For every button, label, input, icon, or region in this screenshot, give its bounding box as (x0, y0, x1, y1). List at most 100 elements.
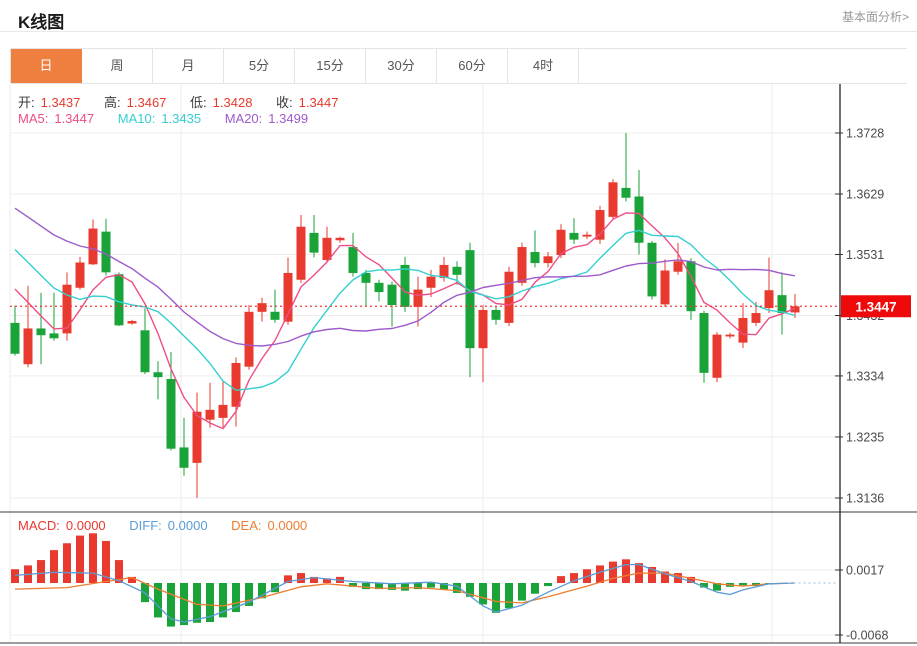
candle-up (518, 247, 527, 283)
low-value: 1.3428 (213, 95, 253, 110)
tab-5min[interactable]: 5分 (224, 49, 295, 83)
candle-up (583, 235, 592, 237)
macd-bar-up (557, 576, 565, 583)
candle-down (687, 261, 696, 311)
candle-up (219, 405, 228, 418)
candle-up (609, 182, 618, 217)
candle-up (544, 256, 553, 263)
macd-tick-label: 0.0017 (846, 564, 884, 578)
candle-down (349, 247, 358, 273)
candle-down (531, 252, 540, 263)
macd-bar-down (544, 583, 552, 586)
candle-up (414, 290, 423, 307)
macd-bar-up (89, 533, 97, 583)
candle-up (193, 412, 202, 463)
period-tab-bar: 日周月5分15分30分60分4时 (10, 48, 907, 84)
candle-down (37, 328, 46, 335)
tab-bar-filler (579, 49, 907, 83)
macd-bar-down (518, 583, 526, 601)
high-value: 1.3467 (127, 95, 167, 110)
candle-up (726, 335, 735, 337)
candle-down (141, 330, 150, 372)
open-label: 开: (18, 95, 35, 110)
candle-up (674, 261, 683, 271)
macd-label: MACD: (18, 518, 60, 533)
macd-bar-up (622, 559, 630, 583)
macd-bar-down (531, 583, 539, 594)
candle-up (336, 238, 345, 240)
macd-bar-down (180, 583, 188, 625)
candle-down (622, 188, 631, 198)
header-divider (0, 31, 917, 32)
candle-down (635, 197, 644, 243)
candle-up (89, 229, 98, 265)
macd-bar-up (50, 550, 58, 583)
tab-30min[interactable]: 30分 (366, 49, 437, 83)
tab-week[interactable]: 周 (82, 49, 153, 83)
candle-up (661, 270, 670, 304)
candle-down (700, 313, 709, 373)
candle-up (739, 318, 748, 343)
tab-15min[interactable]: 15分 (295, 49, 366, 83)
candle-down (388, 285, 397, 305)
candle-down (154, 372, 163, 377)
candle-down (453, 267, 462, 275)
open-value: 1.3437 (41, 95, 81, 110)
macd-bar-up (11, 569, 19, 583)
candle-down (466, 250, 475, 348)
low-label: 低: (190, 95, 207, 110)
macd-histogram (11, 533, 773, 626)
candle-up (232, 363, 241, 407)
candle-up (479, 310, 488, 348)
candle-down (401, 265, 410, 307)
page-title: K线图 (18, 8, 64, 33)
macd-bar-down (739, 583, 747, 585)
price-tick-label: 1.3334 (846, 369, 884, 383)
ma-legend: MA5:1.3447 MA10:1.3435 MA20:1.3499 (18, 111, 314, 126)
candle-up (206, 410, 215, 420)
close-label: 收: (276, 95, 293, 110)
candle-down (492, 310, 501, 320)
candle-up (63, 285, 72, 334)
candle-up (596, 210, 605, 240)
macd-bar-up (76, 536, 84, 583)
candle-down (102, 232, 111, 273)
candle-down (50, 333, 59, 338)
price-tick-label: 1.3531 (846, 248, 884, 262)
dea-value: 0.0000 (268, 518, 308, 533)
tab-month[interactable]: 月 (153, 49, 224, 83)
candle-down (11, 323, 20, 354)
high-label: 高: (104, 95, 121, 110)
candle-up (128, 321, 137, 323)
candle-up (297, 227, 306, 280)
candle-up (258, 303, 267, 312)
diff-label: DIFF: (129, 518, 162, 533)
diff-value: 0.0000 (168, 518, 208, 533)
macd-tick-label: -0.0068 (846, 629, 888, 643)
ma5-value: 1.3447 (54, 111, 94, 126)
macd-bar-down (479, 583, 487, 604)
kline-chart-canvas[interactable]: 1.37281.36291.35311.34321.33341.32351.31… (0, 84, 917, 646)
candle-down (778, 295, 787, 313)
candle-up (765, 290, 774, 308)
tab-60min[interactable]: 60分 (437, 49, 508, 83)
dea-label: DEA: (231, 518, 261, 533)
macd-legend: MACD:0.0000 DIFF:0.0000 DEA:0.0000 (18, 518, 313, 533)
macd-bar-down (492, 583, 500, 613)
candle-down (167, 379, 176, 449)
macd-bar-down (427, 583, 435, 588)
candle-up (752, 313, 761, 323)
ma5-label: MA5: (18, 111, 48, 126)
fundamental-analysis-link[interactable]: 基本面分析> (842, 8, 909, 25)
candle-down (648, 243, 657, 297)
candle-up (713, 335, 722, 378)
candle-down (271, 312, 280, 320)
ma20-value: 1.3499 (268, 111, 308, 126)
candle-down (310, 233, 319, 253)
price-tick-label: 1.3136 (846, 492, 884, 506)
macd-bar-down (362, 583, 370, 589)
macd-bar-up (596, 565, 604, 583)
candle-up (323, 238, 332, 260)
tab-4hour[interactable]: 4时 (508, 49, 579, 83)
tab-day[interactable]: 日 (11, 49, 82, 83)
